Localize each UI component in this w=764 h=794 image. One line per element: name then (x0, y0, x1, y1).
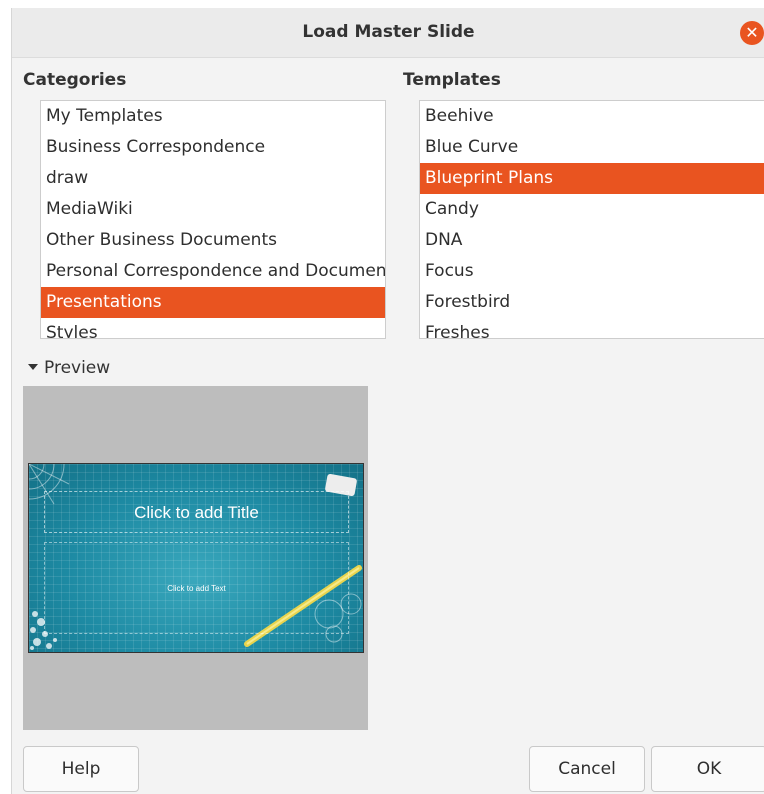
category-item[interactable]: Personal Correspondence and Documents (41, 256, 385, 287)
categories-list[interactable]: My Templates Business Correspondence dra… (40, 100, 386, 339)
help-button[interactable]: Help (23, 746, 139, 792)
dialog-title: Load Master Slide (302, 22, 475, 42)
preview-expander[interactable]: Preview (28, 358, 110, 378)
template-item[interactable]: Blue Curve (420, 132, 764, 163)
ok-button[interactable]: OK (651, 746, 764, 792)
templates-label: Templates (403, 70, 501, 90)
template-item[interactable]: Focus (420, 256, 764, 287)
slide-text-placeholder: Click to add Text (44, 542, 349, 634)
category-item[interactable]: draw (41, 163, 385, 194)
templates-list[interactable]: Beehive Blue Curve Blueprint Plans Candy… (419, 100, 764, 339)
template-item[interactable]: DNA (420, 225, 764, 256)
template-item[interactable]: Candy (420, 194, 764, 225)
close-icon: ✕ (745, 23, 759, 42)
category-item[interactable]: Styles (41, 318, 385, 338)
load-master-slide-dialog: Load Master Slide ✕ Categories Templates… (11, 8, 764, 794)
template-item[interactable]: Beehive (420, 101, 764, 132)
preview-label: Preview (44, 358, 111, 378)
category-item[interactable]: My Templates (41, 101, 385, 132)
close-button[interactable]: ✕ (740, 21, 764, 45)
category-item[interactable]: Other Business Documents (41, 225, 385, 256)
slide-thumbnail: Click to add Title Click to add Text (28, 463, 364, 653)
template-item[interactable]: Blueprint Plans (420, 163, 764, 194)
slide-title-placeholder: Click to add Title (44, 491, 349, 533)
template-item[interactable]: Freshes (420, 318, 764, 338)
category-item[interactable]: MediaWiki (41, 194, 385, 225)
preview-pane: Click to add Title Click to add Text (23, 386, 368, 730)
triangle-down-icon (28, 364, 38, 370)
category-item[interactable]: Business Correspondence (41, 132, 385, 163)
category-item[interactable]: Presentations (41, 287, 385, 318)
template-item[interactable]: Forestbird (420, 287, 764, 318)
title-bar: Load Master Slide ✕ (12, 8, 764, 58)
categories-label: Categories (23, 70, 127, 90)
cancel-button[interactable]: Cancel (529, 746, 645, 792)
